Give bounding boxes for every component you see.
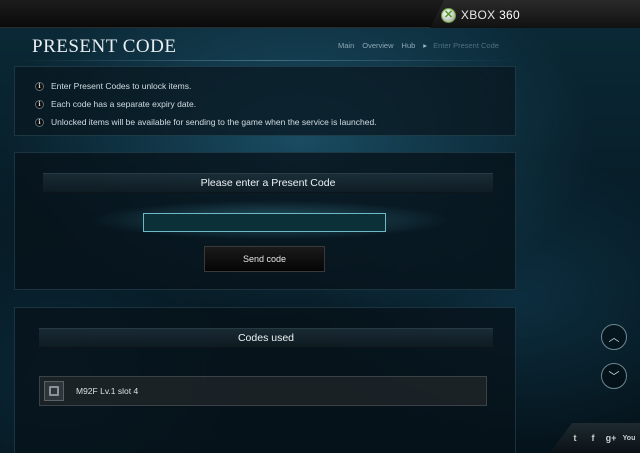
breadcrumb-overview[interactable]: Overview: [362, 41, 393, 50]
breadcrumb-arrow-icon: ▸: [423, 41, 428, 50]
scroll-up-button[interactable]: ︿: [601, 324, 627, 350]
used-code-name: M92F Lv.1 slot 4: [76, 386, 139, 396]
codes-used-panel: Codes used M92F Lv.1 slot 4: [14, 307, 516, 453]
list-item[interactable]: M92F Lv.1 slot 4: [39, 376, 487, 406]
social-bar: t f g+ You: [550, 423, 640, 453]
page-title: PRESENT CODE: [32, 36, 177, 57]
info-item: i Each code has a separate expiry date.: [35, 95, 515, 113]
facebook-icon[interactable]: f: [586, 431, 600, 445]
send-code-button[interactable]: Send code: [204, 246, 325, 272]
xbox-logo-text: XBOX 360: [461, 8, 520, 22]
info-text: Enter Present Codes to unlock items.: [51, 81, 192, 91]
chevron-up-icon: ︿: [608, 332, 620, 344]
info-icon: i: [35, 81, 44, 91]
breadcrumb-hub[interactable]: Hub: [402, 41, 416, 50]
xbox-label: XBOX: [460, 8, 496, 22]
youtube-icon[interactable]: You: [622, 431, 636, 445]
present-code-entry-panel: Please enter a Present Code Send code: [14, 152, 516, 290]
info-text: Unlocked items will be available for sen…: [51, 117, 377, 127]
google-plus-icon[interactable]: g+: [604, 431, 618, 445]
xbox-orb-icon: [440, 7, 456, 23]
scroll-down-button[interactable]: ﹀: [601, 363, 627, 389]
top-bar: XBOX 360: [0, 0, 640, 28]
chevron-down-icon: ﹀: [608, 371, 620, 383]
xbox-360-logo[interactable]: XBOX 360: [440, 6, 520, 24]
info-item: i Unlocked items will be available for s…: [35, 113, 515, 131]
item-thumbnail-icon: [44, 381, 64, 401]
breadcrumb-main[interactable]: Main: [338, 41, 354, 50]
breadcrumb-current: Enter Present Code: [433, 41, 499, 50]
info-icon: i: [35, 99, 44, 109]
info-text: Each code has a separate expiry date.: [51, 99, 197, 109]
xbox-version-label: 360: [499, 8, 520, 22]
info-panel: i Enter Present Codes to unlock items. i…: [14, 66, 516, 136]
info-item: i Enter Present Codes to unlock items.: [35, 77, 515, 95]
codes-used-heading: Codes used: [39, 328, 493, 348]
breadcrumb: Main Overview Hub ▸ Enter Present Code: [338, 41, 507, 50]
twitter-icon[interactable]: t: [568, 431, 582, 445]
entry-heading: Please enter a Present Code: [43, 173, 493, 193]
title-divider: [14, 60, 516, 61]
info-icon: i: [35, 117, 44, 127]
present-code-input[interactable]: [143, 213, 386, 232]
